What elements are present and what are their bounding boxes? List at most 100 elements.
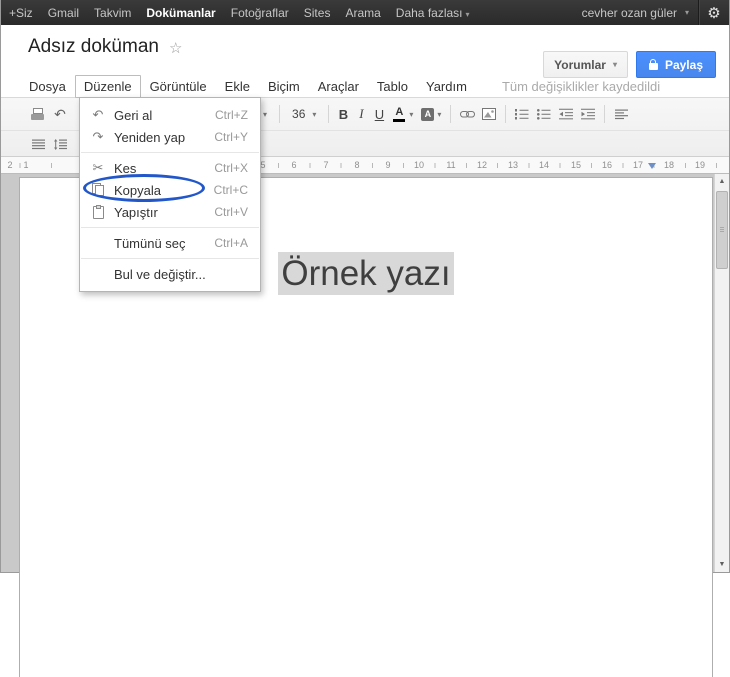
insert-image-icon[interactable] [478, 104, 500, 124]
print-icon[interactable] [27, 104, 49, 124]
numbered-list-icon[interactable] [511, 104, 533, 124]
menu-item-yapistir[interactable]: Yapıştır Ctrl+V [80, 201, 260, 223]
share-button-label: Paylaş [664, 57, 703, 72]
ruler-number: 15 [570, 160, 582, 170]
menu-item-tumunu-sec[interactable]: Tümünü seç Ctrl+A [80, 232, 260, 254]
topbar-more-label: Daha fazlası [395, 5, 463, 20]
topbar-item-sites[interactable]: Sites [304, 6, 331, 20]
ruler-number: 16 [601, 160, 613, 170]
insert-link-icon[interactable] [456, 104, 478, 124]
menu-item-kes[interactable]: ✂ Kes Ctrl+X [80, 157, 260, 179]
highlight-color-button[interactable]: A ▾ [417, 107, 445, 121]
settings-gear-button[interactable]: ⚙ [698, 0, 729, 25]
chevron-down-icon: ▾ [312, 109, 317, 119]
menu-duzenle[interactable]: Düzenle [74, 74, 141, 98]
text-color-icon: A [392, 106, 406, 122]
paste-icon-shape [92, 204, 104, 219]
chevron-down-icon: ▾ [263, 109, 268, 119]
topbar-item-fotograflar[interactable]: Fotoğraflar [231, 6, 289, 20]
chevron-down-icon: ▾ [612, 60, 617, 69]
menu-araclar[interactable]: Araçlar [309, 75, 368, 98]
ruler-number: 11 [446, 160, 456, 170]
bold-button[interactable]: B [334, 107, 352, 122]
topbar-item-plus-siz[interactable]: +Siz [9, 6, 33, 20]
italic-button[interactable]: I [352, 106, 370, 122]
menu-dosya[interactable]: Dosya [20, 75, 75, 98]
comments-button-label: Yorumlar [554, 57, 606, 72]
menu-item-label: Geri al [114, 107, 153, 123]
menu-yardim[interactable]: Yardım [417, 75, 476, 98]
scrollbar[interactable]: ▲ ▼ [714, 174, 729, 572]
down-arrow-icon: ▼ [718, 561, 726, 568]
menu-item-geri-al[interactable]: ↶ Geri al Ctrl+Z [80, 104, 260, 126]
line-spacing-icon[interactable] [49, 134, 71, 154]
toolbar-separator [505, 105, 507, 123]
bulleted-list-icon[interactable] [533, 104, 555, 124]
google-navigation-bar: +Siz Gmail Takvim Dokümanlar Fotoğraflar… [1, 0, 729, 25]
ruler-number: 5 [260, 160, 266, 170]
menu-item-kopyala[interactable]: Kopyala Ctrl+C [80, 179, 260, 201]
save-status-text: Tüm değişiklikler kaydedildi [501, 78, 661, 94]
menu-bar: Dosya Düzenle Görüntüle Ekle Biçim Araçl… [1, 74, 729, 98]
menu-item-bul-ve-degistir[interactable]: Bul ve değiştir... [80, 263, 260, 285]
comments-button[interactable]: Yorumlar ▾ [543, 51, 628, 78]
topbar-item-arama[interactable]: Arama [345, 6, 380, 20]
indent-icon[interactable] [577, 104, 599, 124]
share-button[interactable]: Paylaş [635, 51, 716, 78]
gear-icon: ⚙ [707, 4, 721, 22]
ruler-number: 1 [23, 160, 29, 170]
chevron-down-icon: ▾ [684, 8, 689, 17]
topbar-item-dokumanlar[interactable]: Dokümanlar [146, 6, 215, 20]
star-icon[interactable]: ☆ [169, 37, 182, 57]
align-justify-icon[interactable] [27, 134, 49, 154]
menu-item-label: Bul ve değiştir... [114, 266, 206, 282]
print-icon-shape [31, 108, 45, 120]
scroll-down-button[interactable]: ▼ [715, 557, 729, 572]
menu-item-shortcut: Ctrl+C [213, 183, 248, 197]
ruler-number: 9 [385, 160, 391, 170]
toolbar-separator [328, 105, 330, 123]
menu-goruntule[interactable]: Görüntüle [141, 75, 216, 98]
google-bar-links: +Siz Gmail Takvim Dokümanlar Fotoğraflar… [1, 6, 582, 20]
menu-item-yeniden-yap[interactable]: ↷ Yeniden yap Ctrl+Y [80, 126, 260, 148]
menu-separator [81, 258, 259, 259]
ruler-number: 2 [7, 160, 13, 170]
copy-icon-shape [91, 182, 104, 196]
undo-icon[interactable]: ↶ [49, 104, 71, 124]
document-title[interactable]: Adsız doküman [28, 36, 159, 58]
menu-item-label: Kes [114, 160, 137, 176]
ruler-number: 14 [538, 160, 550, 170]
indent-marker[interactable] [648, 163, 656, 169]
menu-bicim[interactable]: Biçim [259, 75, 309, 98]
menu-tablo[interactable]: Tablo [368, 75, 417, 98]
outdent-icon[interactable] [555, 104, 577, 124]
menu-ekle[interactable]: Ekle [216, 75, 259, 98]
menu-item-label: Tümünü seç [114, 235, 186, 251]
text-color-button[interactable]: A ▾ [388, 106, 417, 122]
menu-item-shortcut: Ctrl+V [214, 205, 248, 219]
ruler-number: 17 [632, 160, 644, 170]
ruler-number: 10 [413, 160, 425, 170]
align-left-icon[interactable] [610, 104, 632, 124]
underline-button[interactable]: U [370, 107, 388, 122]
topbar-item-gmail[interactable]: Gmail [48, 6, 79, 20]
ruler-number: 8 [354, 160, 360, 170]
scrollbar-thumb[interactable] [716, 191, 728, 269]
menu-separator [81, 227, 259, 228]
selected-text[interactable]: Örnek yazı [278, 252, 454, 295]
font-size-select[interactable]: 36 ▾ [285, 104, 323, 124]
edit-menu: ↶ Geri al Ctrl+Z ↷ Yeniden yap Ctrl+Y ✂ … [79, 97, 261, 292]
ruler-number: 12 [476, 160, 488, 170]
scroll-up-button[interactable]: ▲ [715, 174, 729, 189]
topbar-item-daha-fazlasi[interactable]: Daha fazlası ▾ [396, 6, 470, 20]
chevron-down-icon: ▾ [465, 9, 470, 19]
topbar-item-takvim[interactable]: Takvim [94, 6, 131, 20]
app-window: +Siz Gmail Takvim Dokümanlar Fotoğraflar… [0, 0, 730, 677]
up-arrow-icon: ▲ [718, 178, 726, 185]
lock-icon [648, 58, 658, 70]
chevron-down-icon: ▾ [437, 109, 442, 119]
toolbar-separator [279, 105, 281, 123]
font-size-value: 36 [292, 107, 306, 121]
account-menu[interactable]: cevher ozan güler ▾ [582, 6, 689, 20]
menu-item-label: Kopyala [114, 182, 161, 198]
